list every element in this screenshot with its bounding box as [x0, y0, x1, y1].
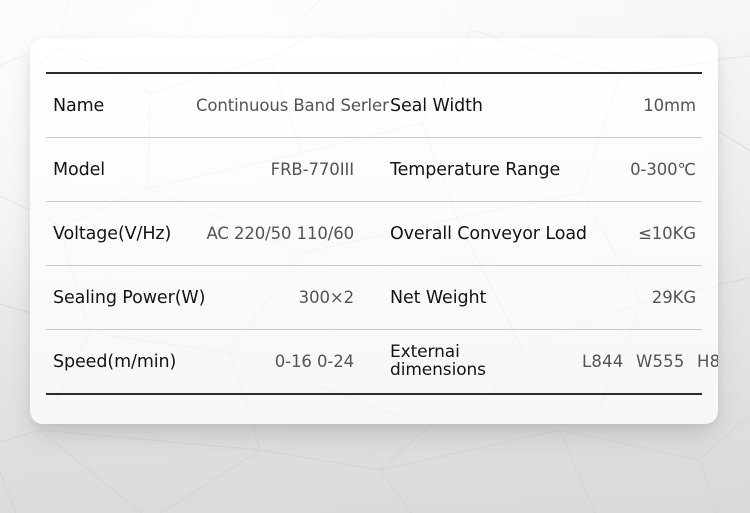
spec-value-temperature-range: 0-300℃ — [630, 160, 696, 179]
spec-label-seal-width: Seal Width — [390, 95, 483, 116]
spec-value-voltage: AC 220/50 110/60 — [206, 224, 354, 243]
spec-value-name: Continuous Band Serler — [196, 96, 389, 115]
spec-label-overall-conveyor-load: Overall Conveyor Load — [390, 223, 587, 244]
spec-card: Name Continuous Band Serler Seal Width 1… — [30, 38, 718, 424]
spec-value-sealing-power: 300×2 — [298, 288, 354, 307]
dimension-height: H800(mm) — [697, 352, 718, 371]
spec-label-net-weight: Net Weight — [390, 287, 487, 308]
spec-value-overall-conveyor-load: ≤10KG — [638, 224, 696, 243]
table-row: Speed(m/min) 0-16 0-24 Externai dimensio… — [46, 330, 718, 395]
spec-value-seal-width: 10mm — [643, 96, 696, 115]
spec-label-sealing-power: Sealing Power(W) — [53, 287, 206, 308]
dimension-length: L844 — [582, 352, 624, 371]
spec-label-external-dimensions-line2: dimensions — [390, 359, 486, 380]
spec-label-external-dimensions-line1: Externai — [390, 342, 460, 363]
table-row: Voltage(V/Hz) AC 220/50 110/60 Overall C… — [46, 202, 702, 266]
dimension-width: W555 — [635, 352, 685, 371]
spec-label-model: Model — [53, 159, 106, 180]
spec-value-net-weight: 29KG — [651, 288, 696, 307]
table-row: Name Continuous Band Serler Seal Width 1… — [46, 73, 702, 138]
spec-label-name: Name — [53, 95, 105, 116]
table-row: Model FRB-770III Temperature Range 0-300… — [46, 138, 702, 202]
spec-label-temperature-range: Temperature Range — [390, 159, 561, 180]
spec-value-model: FRB-770III — [270, 160, 354, 179]
spec-value-speed: 0-16 0-24 — [274, 352, 354, 371]
specification-table: Name Continuous Band Serler Seal Width 1… — [46, 72, 718, 395]
spec-label-voltage: Voltage(V/Hz) — [53, 223, 172, 244]
spec-value-external-dimensions: L844 W555 H800(mm) — [582, 330, 718, 395]
spec-label-speed: Speed(m/min) — [53, 351, 177, 372]
spec-label-external-dimensions: Externai dimensions — [374, 330, 582, 395]
table-row: Sealing Power(W) 300×2 Net Weight 29KG — [46, 266, 702, 330]
